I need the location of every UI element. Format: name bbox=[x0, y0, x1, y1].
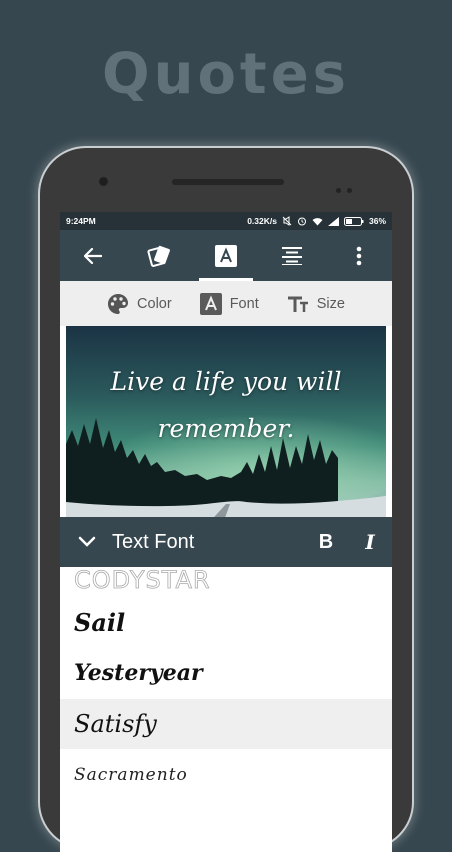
speaker-grille bbox=[172, 179, 284, 185]
font-tab-button[interactable] bbox=[193, 230, 259, 281]
promo-title: Quotes bbox=[101, 42, 351, 107]
quote-line-2: remember. bbox=[157, 414, 295, 443]
chevron-down-icon[interactable] bbox=[78, 536, 96, 548]
quote-text[interactable]: Live a life you will remember. bbox=[66, 358, 386, 452]
app-screen: 9:24PM 0.32K/s 36% Color Font Size Live … bbox=[60, 212, 392, 852]
cards-icon bbox=[147, 245, 170, 267]
font-panel-header: Text Font B I bbox=[60, 517, 392, 567]
camera bbox=[98, 176, 109, 187]
alarm-icon bbox=[297, 216, 307, 226]
quote-line-1: Live a life you will bbox=[110, 367, 342, 396]
font-item-sail[interactable]: Sail bbox=[60, 597, 392, 647]
cards-button[interactable] bbox=[126, 230, 192, 281]
signal-icon bbox=[327, 216, 339, 226]
back-arrow-icon bbox=[84, 247, 103, 264]
more-options-button[interactable] bbox=[326, 230, 392, 281]
back-button[interactable] bbox=[60, 230, 126, 281]
tab-size-label: Size bbox=[316, 295, 345, 312]
font-item-satisfy[interactable]: Satisfy bbox=[60, 699, 392, 749]
tab-color-label: Color bbox=[137, 295, 172, 312]
mute-icon bbox=[282, 216, 292, 226]
align-center-icon bbox=[282, 246, 303, 265]
palette-icon bbox=[108, 293, 129, 314]
tab-size[interactable]: Size bbox=[287, 295, 345, 313]
text-size-icon bbox=[287, 296, 308, 312]
status-time: 9:24PM bbox=[66, 216, 96, 226]
more-vert-icon bbox=[356, 246, 362, 265]
font-item-yesteryear[interactable]: Yesteryear bbox=[60, 648, 392, 698]
tab-color[interactable]: Color bbox=[107, 293, 172, 315]
phone-frame: 9:24PM 0.32K/s 36% Color Font Size Live … bbox=[40, 148, 412, 852]
sensor-dots bbox=[336, 180, 358, 198]
battery-level: 36% bbox=[368, 216, 386, 226]
network-speed: 0.32K/s bbox=[247, 216, 277, 226]
battery-icon bbox=[343, 216, 364, 226]
font-list: CODYSTAR Sail Yesteryear Satisfy Sacrame… bbox=[60, 567, 392, 852]
quote-preview-image: Live a life you will remember. bbox=[66, 326, 386, 526]
align-button[interactable] bbox=[259, 230, 325, 281]
app-toolbar bbox=[60, 230, 392, 281]
font-a-icon bbox=[199, 292, 222, 315]
status-bar: 9:24PM 0.32K/s 36% bbox=[60, 212, 392, 230]
font-a-icon bbox=[215, 244, 238, 267]
wifi-icon bbox=[312, 217, 323, 226]
tab-font-label: Font bbox=[229, 295, 259, 312]
style-tabs: Color Font Size bbox=[60, 281, 392, 326]
tab-font[interactable]: Font bbox=[199, 292, 259, 315]
font-panel-title: Text Font bbox=[112, 530, 195, 553]
bold-button[interactable]: B bbox=[304, 531, 348, 554]
font-item-sacramento[interactable]: Sacramento bbox=[60, 750, 392, 800]
italic-button[interactable]: I bbox=[348, 530, 392, 554]
